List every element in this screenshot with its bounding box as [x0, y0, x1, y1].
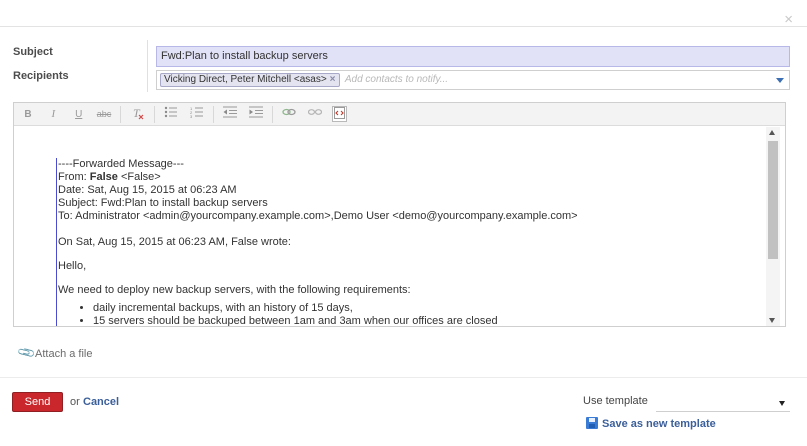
indent-icon	[248, 106, 263, 118]
message-body[interactable]: ----Forwarded Message--- From: False <Fa…	[14, 127, 771, 326]
underline-button[interactable]: U	[69, 106, 89, 123]
attach-file-label: Attach a file	[35, 348, 93, 360]
code-view-icon	[334, 107, 346, 119]
requirements-list: daily incremental backups, with an histo…	[93, 302, 771, 326]
template-select[interactable]	[656, 393, 790, 412]
svg-text:3: 3	[190, 114, 193, 118]
footer-divider	[0, 377, 807, 378]
editor-scrollbar[interactable]	[766, 127, 780, 326]
toolbar-separator	[213, 106, 215, 123]
from-address: <False>	[117, 171, 161, 183]
numbered-list-icon: 1 2 3	[190, 106, 203, 119]
toolbar-separator	[120, 106, 122, 123]
from-label: From:	[58, 171, 90, 183]
recipients-label: Recipients	[13, 70, 69, 82]
bullet-list-button[interactable]	[161, 106, 181, 123]
remove-format-icon: T	[133, 106, 144, 120]
scroll-thumb[interactable]	[768, 141, 778, 259]
attach-file-link[interactable]: 📎Attach a file	[16, 342, 93, 363]
date-line: Date: Sat, Aug 15, 2015 at 06:23 AM	[58, 184, 237, 196]
recipient-tag[interactable]: Vicking Direct, Peter Mitchell <asas> ×	[160, 73, 340, 87]
recipients-dropdown-icon[interactable]	[776, 78, 784, 83]
use-template-label: Use template	[583, 395, 648, 407]
or-text: or	[70, 396, 80, 408]
from-line: From: False <False>	[57, 171, 771, 184]
subject-line: Subject: Fwd:Plan to install backup serv…	[58, 197, 268, 209]
toolbar-separator	[154, 106, 156, 123]
wrote-line: On Sat, Aug 15, 2015 at 06:23 AM, False …	[58, 236, 291, 248]
list-item: 15 servers should be backuped between 1a…	[93, 315, 771, 326]
indent-button[interactable]	[246, 106, 266, 123]
subject-input[interactable]: Fwd:Plan to install backup servers	[156, 46, 790, 67]
recipients-field[interactable]: Vicking Direct, Peter Mitchell <asas> × A…	[156, 70, 790, 90]
recipients-input-placeholder[interactable]: Add contacts to notify...	[345, 73, 448, 87]
remove-format-button[interactable]: T	[128, 106, 148, 123]
message-editor[interactable]: B I U abc T 1 2 3 ----Forwarded Message-…	[13, 102, 786, 327]
greeting: Hello,	[58, 260, 87, 272]
code-view-button[interactable]	[332, 106, 348, 122]
recipient-tag-label: Vicking Direct, Peter Mitchell <asas>	[164, 74, 327, 85]
bullet-list-icon	[165, 106, 178, 118]
numbered-list-button[interactable]: 1 2 3	[187, 106, 207, 123]
cancel-link[interactable]: Cancel	[83, 396, 119, 408]
outdent-icon	[223, 106, 238, 118]
link-button[interactable]	[279, 106, 299, 123]
save-template-label: Save as new template	[602, 418, 716, 430]
unlink-icon	[307, 109, 322, 115]
close-icon[interactable]: ×	[784, 12, 793, 27]
intro-text: We need to deploy new backup servers, wi…	[58, 284, 411, 296]
list-item: daily incremental backups, with an histo…	[93, 302, 771, 315]
outdent-button[interactable]	[220, 106, 240, 123]
bold-button[interactable]: B	[18, 106, 38, 123]
scroll-up-icon[interactable]	[769, 130, 775, 135]
unlink-button[interactable]	[305, 106, 325, 123]
link-icon	[282, 108, 297, 116]
quote-bar	[56, 158, 57, 326]
dialog-header: ×	[0, 0, 807, 27]
scroll-down-icon[interactable]	[769, 318, 775, 323]
form-labels: Subject Recipients	[13, 44, 69, 92]
paperclip-icon: 📎	[16, 342, 37, 363]
editor-toolbar: B I U abc T 1 2 3	[14, 103, 785, 126]
label-divider	[147, 40, 148, 92]
floppy-disk-icon	[586, 417, 598, 429]
remove-tag-icon[interactable]: ×	[330, 74, 336, 85]
chevron-down-icon[interactable]	[779, 401, 785, 406]
save-as-template-button[interactable]: Save as new template	[586, 417, 716, 430]
subject-label: Subject	[13, 46, 53, 58]
toolbar-separator	[272, 106, 274, 123]
from-name: False	[89, 171, 118, 183]
to-line: To: Administrator <admin@yourcompany.exa…	[58, 210, 578, 222]
forward-header: ----Forwarded Message---	[58, 158, 184, 170]
strikethrough-button[interactable]: abc	[94, 106, 114, 123]
send-button[interactable]: Send	[12, 392, 63, 412]
italic-button[interactable]: I	[43, 106, 63, 123]
